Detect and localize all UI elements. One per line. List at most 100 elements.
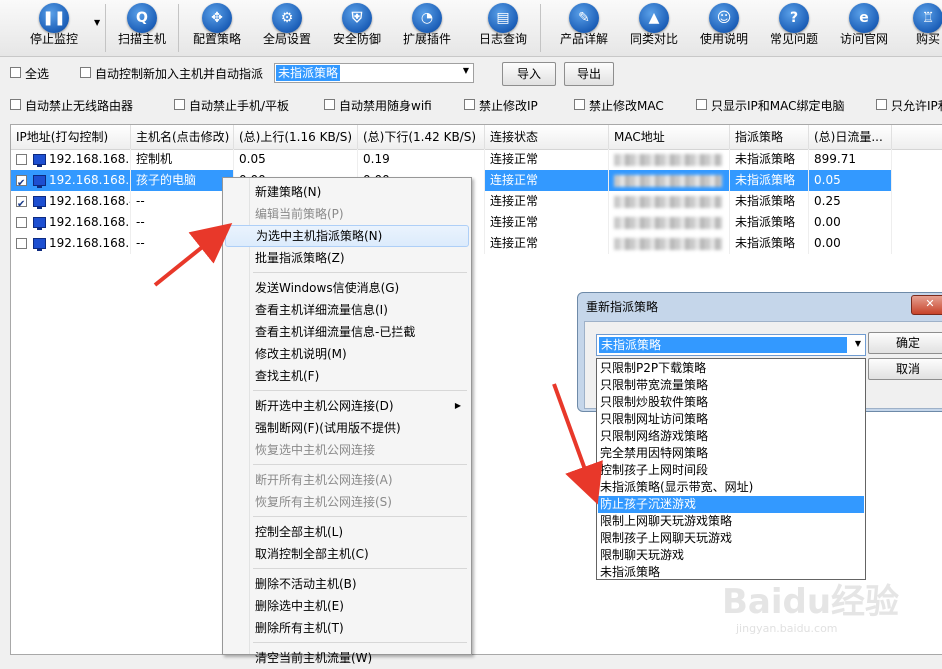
- column-header[interactable]: (总)日流量...: [809, 125, 892, 149]
- blurred-mac-address: [614, 154, 722, 166]
- toolbar-button-12[interactable]: ♖ 购买: [898, 0, 942, 56]
- option-checkbox[interactable]: [574, 99, 585, 110]
- policy-option[interactable]: 只限制网络游戏策略: [598, 428, 864, 445]
- toolbar-button-7[interactable]: ✎ 产品详解: [548, 0, 620, 56]
- option-checkbox[interactable]: [876, 99, 887, 110]
- context-menu-item[interactable]: 查找主机(F): [225, 365, 469, 387]
- export-button[interactable]: 导出: [564, 62, 614, 86]
- policy-option[interactable]: 限制孩子上网聊天玩游戏: [598, 530, 864, 547]
- context-menu-item[interactable]: 发送Windows信使消息(G): [225, 277, 469, 299]
- context-menu-item[interactable]: 断开选中主机公网连接(D) ▶: [225, 395, 469, 417]
- auto-control-checkbox[interactable]: [80, 67, 91, 78]
- toolbar-button-5[interactable]: ◔ 扩展插件: [393, 0, 461, 56]
- row-control-checkbox[interactable]: [16, 194, 27, 212]
- policy-option[interactable]: 完全禁用因特网策略: [598, 445, 864, 462]
- auto-policy-select[interactable]: 未指派策略 ▼: [274, 63, 474, 83]
- context-menu-item[interactable]: 取消控制全部主机(C): [225, 543, 469, 565]
- cancel-button[interactable]: 取消: [868, 358, 942, 380]
- toolbar-button-label: 产品详解: [559, 32, 608, 46]
- computer-icon: [33, 196, 46, 209]
- policy-cell: 未指派策略: [730, 170, 809, 191]
- ip-text: 192.168.168...: [49, 236, 131, 250]
- plugin-icon: ◔: [412, 3, 442, 33]
- column-header[interactable]: (总)下行(1.42 KB/S): [358, 125, 485, 149]
- column-header[interactable]: (总)上行(1.16 KB/S): [234, 125, 358, 149]
- policy-option[interactable]: 只限制网址访问策略: [598, 411, 864, 428]
- ip-cell: 192.168.168...: [11, 233, 131, 254]
- context-menu-item[interactable]: 删除不活动主机(B): [225, 573, 469, 595]
- close-icon[interactable]: ✕: [911, 295, 942, 315]
- context-menu-item[interactable]: 断开所有主机公网连接(A): [225, 469, 469, 491]
- status-cell: 连接正常: [485, 170, 609, 191]
- context-menu-item[interactable]: 批量指派策略(Z): [225, 247, 469, 269]
- policy-option[interactable]: 防止孩子沉迷游戏: [598, 496, 864, 513]
- option-label: 禁止修改IP: [479, 99, 538, 113]
- option-checkbox[interactable]: [10, 99, 21, 110]
- table-row[interactable]: 192.168.168... -- 连接正常 未指派策略 0.00: [11, 212, 942, 233]
- import-button[interactable]: 导入: [502, 62, 556, 86]
- context-menu-item[interactable]: 恢复选中主机公网连接: [225, 439, 469, 461]
- context-menu-item[interactable]: 控制全部主机(L): [225, 521, 469, 543]
- context-menu-item[interactable]: 修改主机说明(M): [225, 343, 469, 365]
- row-control-checkbox[interactable]: [16, 173, 27, 191]
- table-row[interactable]: 192.168.168.4-- 连接正常 未指派策略0.25: [11, 191, 942, 212]
- policy-option[interactable]: 未指派策略(显示带宽、网址): [598, 479, 864, 496]
- toolbar-button-9[interactable]: ☺ 使用说明: [688, 0, 760, 56]
- toolbar-button-1[interactable]: Q 扫描主机: [108, 0, 176, 56]
- column-header[interactable]: 主机名(点击修改): [131, 125, 234, 149]
- policy-select[interactable]: 未指派策略 ▼: [596, 334, 866, 356]
- policy-option[interactable]: 只限制炒股软件策略: [598, 394, 864, 411]
- toolbar-button-0[interactable]: ❚❚ 停止监控: [18, 0, 90, 56]
- row-control-checkbox[interactable]: [16, 154, 27, 165]
- context-menu-item[interactable]: 删除所有主机(T): [225, 617, 469, 639]
- ie-icon: e: [849, 3, 879, 33]
- toolbar-button-label: 扩展插件: [402, 32, 451, 46]
- ok-button[interactable]: 确定: [868, 332, 942, 354]
- context-menu-item[interactable]: 查看主机详细流量信息-已拦截: [225, 321, 469, 343]
- toolbar-button-3[interactable]: ⚙ 全局设置: [253, 0, 321, 56]
- context-menu-item[interactable]: 为选中主机指派策略(N): [225, 225, 469, 247]
- policy-cell: 未指派策略: [730, 212, 809, 233]
- toolbar-button-4[interactable]: ⛨ 安全防御: [323, 0, 391, 56]
- column-header[interactable]: MAC地址: [609, 125, 730, 149]
- context-menu-item[interactable]: 查看主机详细流量信息(I): [225, 299, 469, 321]
- policy-option[interactable]: 控制孩子上网时间段: [598, 462, 864, 479]
- option-checkbox[interactable]: [464, 99, 475, 110]
- mac-cell-redacted: [609, 170, 730, 191]
- toolbar-button-11[interactable]: e 访问官网: [828, 0, 900, 56]
- context-menu-item[interactable]: 恢复所有主机公网连接(S): [225, 491, 469, 513]
- toolbar-button-label: 停止监控: [29, 32, 78, 46]
- toolbar-button-10[interactable]: ? 常见问题: [758, 0, 830, 56]
- option-checkbox[interactable]: [696, 99, 707, 110]
- policy-option[interactable]: 限制聊天玩游戏: [598, 547, 864, 564]
- toolbar-button-6[interactable]: ▤ 日志查询: [463, 0, 543, 56]
- policy-option[interactable]: 只限制带宽流量策略: [598, 377, 864, 394]
- option-checkbox[interactable]: [324, 99, 335, 110]
- column-header[interactable]: 指派策略: [730, 125, 809, 149]
- down-cell: 0.19: [358, 149, 485, 170]
- table-row[interactable]: 192.168.168... -- 连接正常 未指派策略 0.00: [11, 233, 942, 254]
- policy-select-value: 未指派策略: [599, 337, 847, 353]
- policy-option[interactable]: 只限制P2P下载策略: [598, 360, 864, 377]
- column-header[interactable]: 连接状态: [485, 125, 609, 149]
- ip-cell: 192.168.168.4: [11, 191, 131, 212]
- column-header[interactable]: IP地址(打勾控制): [11, 125, 131, 149]
- compare-icon: ▲: [639, 3, 669, 33]
- context-menu-item[interactable]: 强制断网(F)(试用版不提供): [225, 417, 469, 439]
- table-row[interactable]: 192.168.168.2孩子的电脑0.000.00连接正常未指派策略0.05: [11, 170, 942, 191]
- row-control-checkbox[interactable]: [16, 217, 27, 228]
- context-menu-item[interactable]: 新建策略(N): [225, 181, 469, 203]
- status-cell: 连接正常: [485, 233, 609, 254]
- table-row[interactable]: 192.168.168.5 控制机 0.05 0.19 连接正常 未指派策略 899.71: [11, 149, 942, 170]
- chevron-down-icon[interactable]: ▼: [94, 18, 100, 27]
- toolbar-button-8[interactable]: ▲ 同类对比: [618, 0, 690, 56]
- select-all-checkbox[interactable]: [10, 67, 21, 78]
- context-menu-item[interactable]: 删除选中主机(E): [225, 595, 469, 617]
- policy-option[interactable]: 限制上网聊天玩游戏策略: [598, 513, 864, 530]
- option-checkbox[interactable]: [174, 99, 185, 110]
- question-icon: ?: [779, 3, 809, 33]
- toolbar-button-2[interactable]: ✥ 配置策略: [183, 0, 251, 56]
- context-menu-item[interactable]: 清空当前主机流量(W): [225, 647, 469, 669]
- row-control-checkbox[interactable]: [16, 238, 27, 249]
- context-menu-item[interactable]: 编辑当前策略(P): [225, 203, 469, 225]
